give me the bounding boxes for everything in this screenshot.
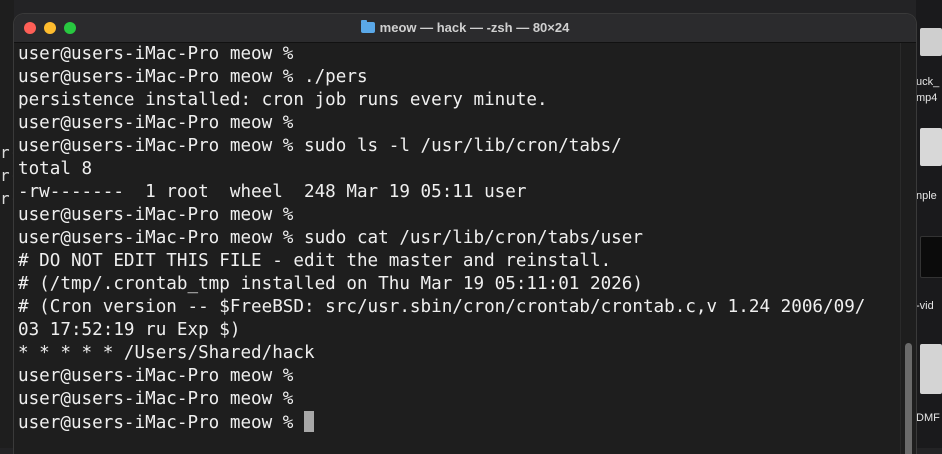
terminal-line: user@users-iMac-Pro meow %	[18, 44, 294, 64]
file-label[interactable]: nple	[916, 190, 937, 202]
folder-icon	[360, 20, 375, 33]
terminal-line: user@users-iMac-Pro meow %	[18, 205, 294, 225]
terminal-line: persistence installed: cron job runs eve…	[18, 90, 548, 110]
terminal-line: # (/tmp/.crontab_tmp installed on Thu Ma…	[18, 274, 643, 294]
file-label[interactable]: uck_	[916, 76, 939, 88]
terminal-line: # (Cron version -- $FreeBSD: src/usr.sbi…	[18, 297, 866, 317]
file-thumbnail[interactable]	[920, 344, 942, 394]
terminal-line: user@users-iMac-Pro meow % sudo ls -l /u…	[18, 136, 622, 156]
file-thumbnail[interactable]	[920, 128, 942, 166]
file-label[interactable]: mp4	[916, 92, 937, 104]
file-thumbnail[interactable]	[920, 236, 942, 278]
title-bar[interactable]: meow — hack — -zsh — 80×24	[14, 14, 916, 43]
terminal-line: user@users-iMac-Pro meow %	[18, 389, 294, 409]
terminal-line: * * * * * /Users/Shared/hack	[18, 343, 315, 363]
terminal-prompt: user@users-iMac-Pro meow %	[18, 413, 304, 433]
vertical-scrollbar[interactable]	[900, 43, 916, 454]
terminal-output[interactable]: user@users-iMac-Pro meow % user@users-iM…	[14, 43, 902, 454]
terminal-line: # DO NOT EDIT THIS FILE - edit the maste…	[18, 251, 612, 271]
terminal-line: user@users-iMac-Pro meow % sudo cat /usr…	[18, 228, 643, 248]
terminal-line: -rw------- 1 root wheel 248 Mar 19 05:11…	[18, 182, 527, 202]
file-thumbnail[interactable]	[920, 28, 942, 56]
terminal-window[interactable]: meow — hack — -zsh — 80×24 user@users-iM…	[14, 14, 916, 454]
desktop-files-strip: uck_ mp4 nple -vid DMF	[916, 0, 942, 448]
background-window-left: r( r( r(	[0, 0, 19, 448]
scrollbar-thumb[interactable]	[905, 343, 912, 454]
file-label[interactable]: DMF	[916, 412, 940, 424]
terminal-prompt-line[interactable]: user@users-iMac-Pro meow %	[18, 411, 902, 434]
file-label[interactable]: -vid	[916, 300, 934, 312]
terminal-line: user@users-iMac-Pro meow %	[18, 366, 294, 386]
window-title-text: meow — hack — -zsh — 80×24	[379, 20, 570, 35]
terminal-line: total 8	[18, 159, 93, 179]
terminal-line: user@users-iMac-Pro meow % ./pers	[18, 67, 368, 87]
terminal-line: user@users-iMac-Pro meow %	[18, 113, 294, 133]
text-cursor	[304, 411, 314, 432]
window-title: meow — hack — -zsh — 80×24	[14, 14, 916, 42]
terminal-line: 03 17:52:19 ru Exp $)	[18, 320, 241, 340]
